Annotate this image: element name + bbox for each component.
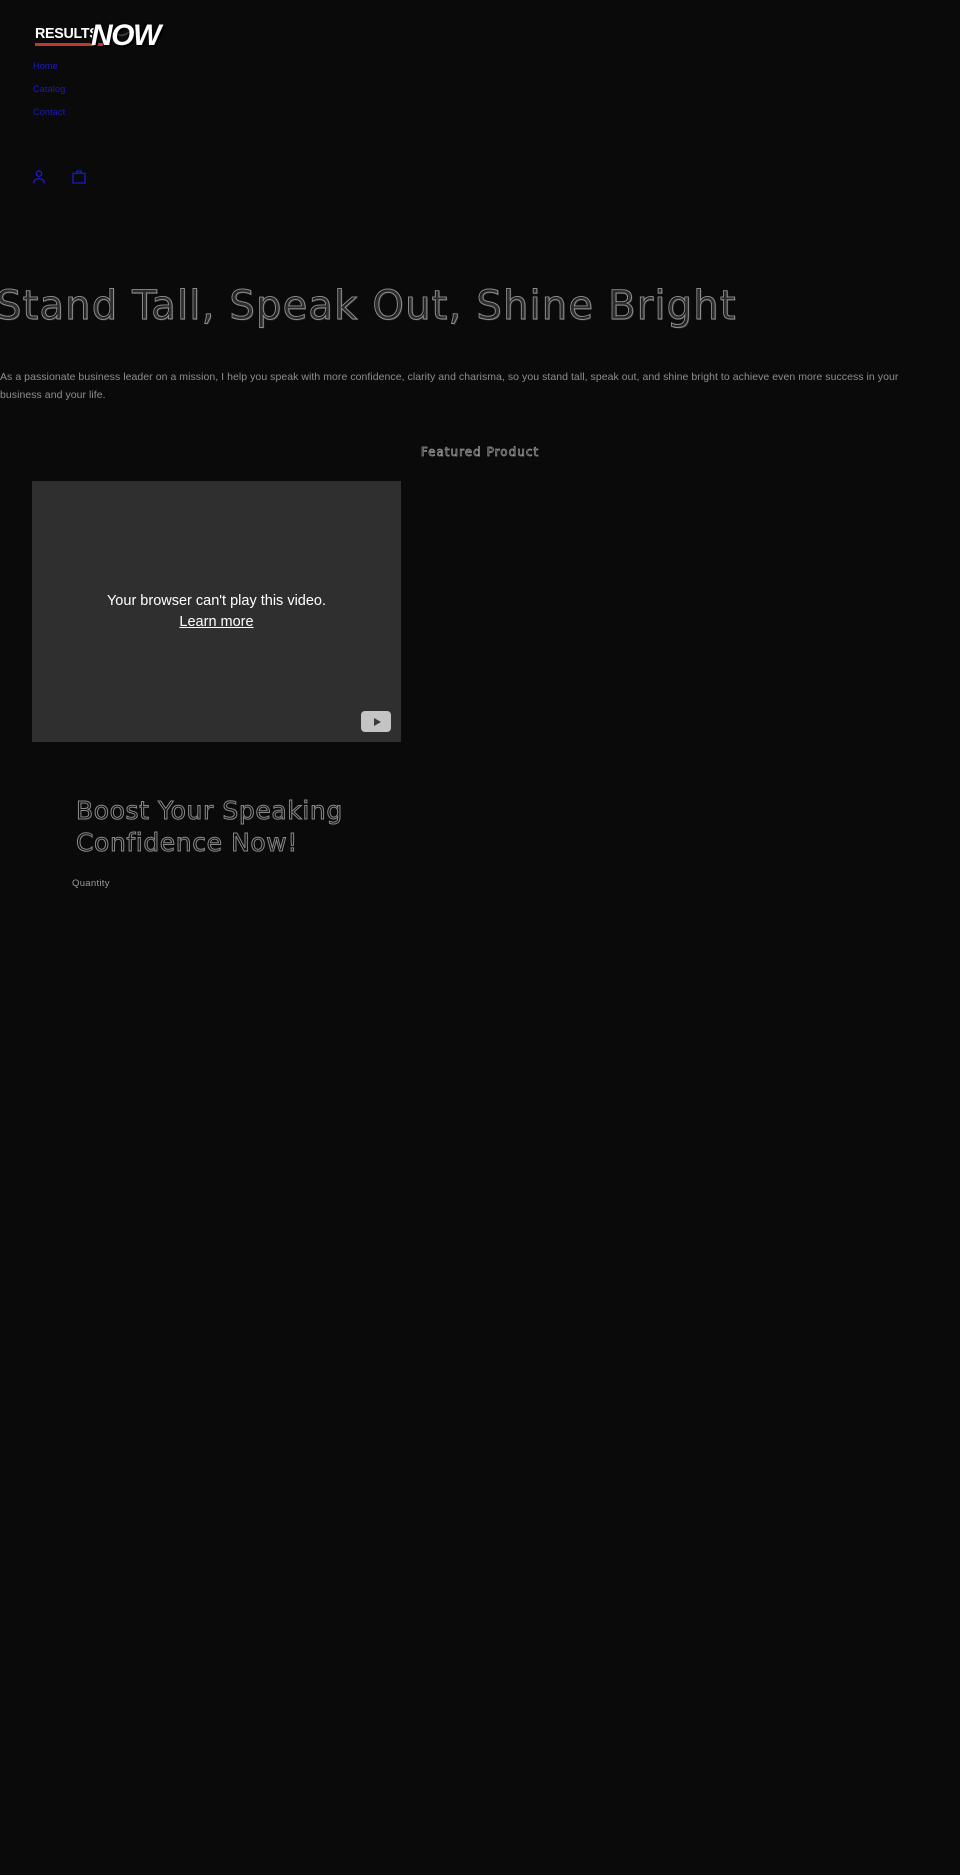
youtube-play-button[interactable]: [361, 711, 391, 732]
quantity-label: Quantity: [72, 878, 110, 889]
hero-description: As a passionate business leader on a mis…: [0, 371, 899, 402]
site-logo[interactable]: RESULTS NOW: [33, 19, 163, 54]
video-error-text: Your browser can't play this video.: [106, 592, 327, 609]
product-title: Boost Your Speaking Confidence Now!: [76, 796, 343, 858]
nav-link-home[interactable]: Home: [33, 61, 65, 72]
video-learn-more-link[interactable]: Learn more: [179, 614, 253, 630]
cart-icon[interactable]: [70, 168, 88, 186]
logo-text-results: RESULTS: [35, 25, 99, 42]
video-player[interactable]: Your browser can't play this video. Lear…: [32, 481, 401, 742]
page-title: Stand Tall, Speak Out, Shine Bright: [0, 283, 737, 329]
main-navigation: Home Catalog Contact: [33, 61, 65, 118]
play-triangle-icon: [373, 717, 381, 726]
featured-product-label: Featured Product: [420, 445, 540, 460]
header-icon-group: [30, 168, 88, 186]
logo-text-now: NOW: [91, 19, 161, 52]
nav-link-contact[interactable]: Contact: [33, 107, 65, 118]
nav-link-catalog[interactable]: Catalog: [33, 84, 65, 95]
page-root: RESULTS NOW Home Catalog Contact Stand T…: [0, 0, 960, 1875]
account-icon[interactable]: [30, 168, 48, 186]
video-error-message: Your browser can't play this video. Lear…: [32, 590, 401, 632]
site-header: RESULTS NOW Home Catalog Contact: [0, 0, 960, 184]
